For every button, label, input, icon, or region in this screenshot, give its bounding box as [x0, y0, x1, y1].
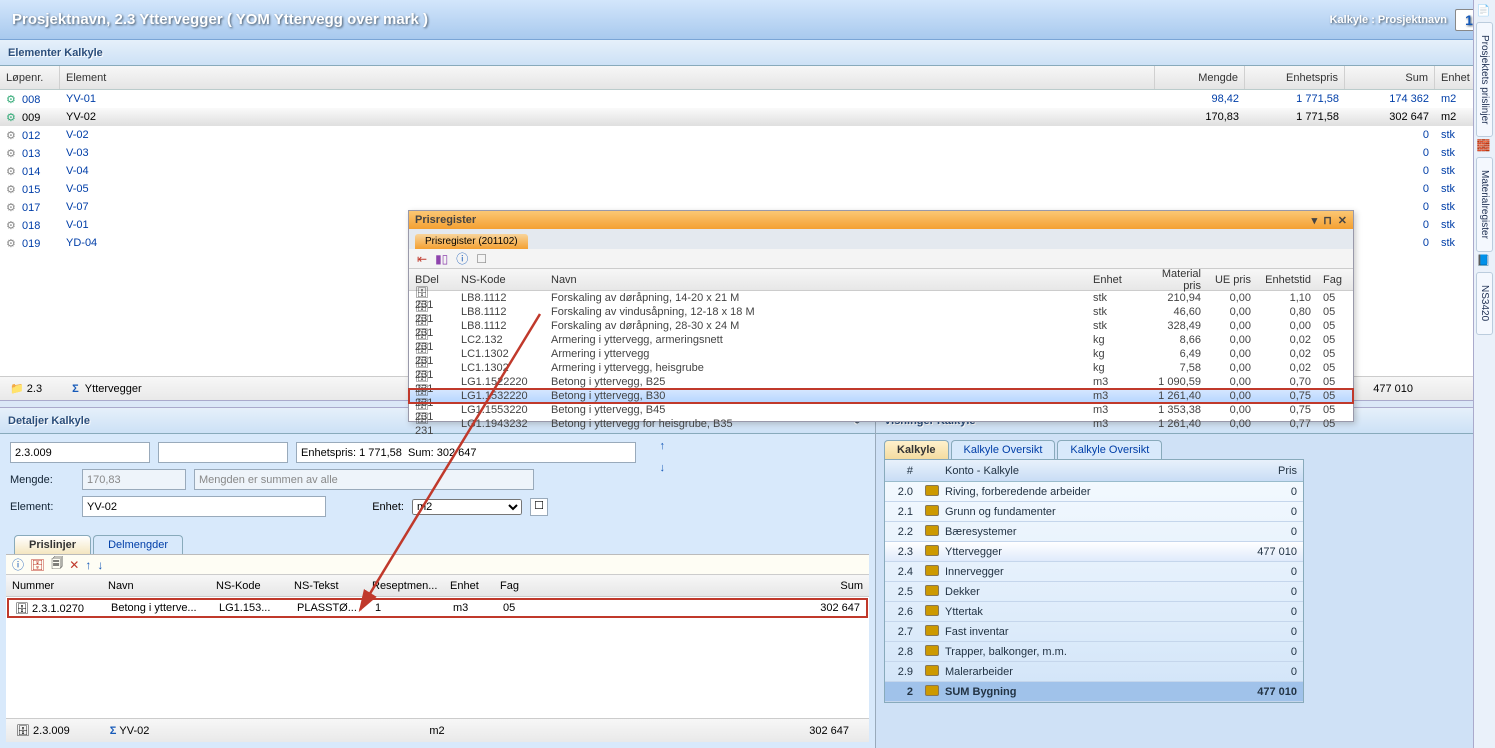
- visninger-row[interactable]: 2.7Fast inventar0: [885, 622, 1303, 642]
- visninger-row[interactable]: 2.0Riving, forberedende arbeider0: [885, 482, 1303, 502]
- prisregister-title[interactable]: Prisregister ▾ ⊓ ✕: [409, 211, 1353, 229]
- enhet-select[interactable]: m2: [412, 499, 522, 515]
- code-input[interactable]: [10, 442, 150, 463]
- tree-icon[interactable]: ▮▯: [435, 252, 448, 266]
- visninger-row[interactable]: 2.3Yttervegger477 010: [885, 542, 1303, 562]
- prisregister-header-row: BDel NS-Kode Navn Enhet Material pris UE…: [409, 269, 1353, 291]
- enhet-picker-icon[interactable]: ☐: [530, 498, 548, 516]
- prisregister-row[interactable]: 🗄 231LC1.1302Armering i yttervegg, heisg…: [409, 361, 1353, 375]
- title-right: Kalkyle : Prosjektnavn: [1330, 14, 1447, 26]
- col-enhetspris[interactable]: Enhetspris: [1245, 66, 1345, 89]
- element-row[interactable]: ⚙008 YV-01 98,42 1 771,58 174 362 m2: [0, 90, 1495, 108]
- elementer-header-row: Løpenr. Element Mengde Enhetspris Sum En…: [0, 66, 1495, 90]
- visninger-table: # Konto - Kalkyle Pris 2.0Riving, forber…: [884, 459, 1304, 703]
- element-row[interactable]: ⚙013 V-03 0 stk: [0, 144, 1495, 162]
- prislinje-row[interactable]: 🗄 2.3.1.0270 Betong i ytterve... LG1.153…: [7, 598, 868, 618]
- element-row[interactable]: ⚙012 V-02 0 stk: [0, 126, 1495, 144]
- visninger-row[interactable]: 2.9Malerarbeider0: [885, 662, 1303, 682]
- pin-icon[interactable]: ⇤: [417, 252, 427, 266]
- move-down-icon[interactable]: ↓: [660, 462, 666, 474]
- mengde-hint: [194, 469, 534, 490]
- visninger-row[interactable]: 2.1Grunn og fundamenter0: [885, 502, 1303, 522]
- visninger-row[interactable]: 2.2Bæresystemer0: [885, 522, 1303, 542]
- element-input[interactable]: [82, 496, 326, 517]
- box-icon[interactable]: ☐: [476, 252, 487, 266]
- element-row[interactable]: ⚙009 YV-02 170,83 1 771,58 302 647 m2: [0, 108, 1495, 126]
- panel-close-icon[interactable]: ✕: [1338, 214, 1347, 227]
- vis-tab-oversikt2[interactable]: Kalkyle Oversikt: [1057, 440, 1162, 459]
- vis-tab-kalkyle[interactable]: Kalkyle: [884, 440, 949, 459]
- prisregister-row[interactable]: 🗄 231LB8.1112Forskaling av døråpning, 28…: [409, 319, 1353, 333]
- panel-pin-icon[interactable]: ▾: [1312, 214, 1318, 227]
- detaljer-panel: Detaljer Kalkyle ↑ ↓ Mengde: Element: En: [0, 408, 876, 748]
- down-icon[interactable]: ↓: [97, 558, 103, 572]
- prisregister-toolbar: ⇤ ▮▯ ⓘ ☐: [409, 249, 1353, 269]
- sidebar-icon-a[interactable]: 📄: [1477, 4, 1493, 20]
- element-row[interactable]: ⚙015 V-05 0 stk: [0, 180, 1495, 198]
- prisregister-row[interactable]: 🗄 231LB8.1112Forskaling av døråpning, 14…: [409, 291, 1353, 305]
- visninger-row[interactable]: 2SUM Bygning477 010: [885, 682, 1303, 702]
- vis-tab-oversikt1[interactable]: Kalkyle Oversikt: [951, 440, 1056, 459]
- sidebar-icon-b[interactable]: 🧱: [1477, 139, 1493, 155]
- up-icon[interactable]: ↑: [85, 558, 91, 572]
- sidebar-icon-c[interactable]: 📘: [1477, 254, 1493, 270]
- mengde-input: [82, 469, 186, 490]
- panel-pin2-icon[interactable]: ⊓: [1323, 214, 1332, 227]
- sidebar-tab-ns3420[interactable]: NS3420: [1476, 272, 1493, 334]
- prisregister-row[interactable]: 🗄 231LC1.1302Armering i ytterveggkg6,490…: [409, 347, 1353, 361]
- info-input[interactable]: [296, 442, 636, 463]
- prisregister-row[interactable]: 🗄 231LG1.1943232Betong i yttervegg for h…: [409, 417, 1353, 431]
- element-row[interactable]: ⚙014 V-04 0 stk: [0, 162, 1495, 180]
- col-sum[interactable]: Sum: [1345, 66, 1435, 89]
- prisregister-row[interactable]: 🗄 231LC2.132Armering i yttervegg, armeri…: [409, 333, 1353, 347]
- info-icon[interactable]: ⓘ: [12, 556, 24, 573]
- move-up-icon[interactable]: ↑: [660, 440, 666, 452]
- sidebar-tab-material[interactable]: Materialregister: [1476, 157, 1493, 252]
- prisregister-row[interactable]: 🗄 231LG1.1553220Betong i yttervegg, B45m…: [409, 403, 1353, 417]
- blank-input[interactable]: [158, 442, 288, 463]
- info-icon[interactable]: ⓘ: [456, 250, 468, 267]
- col-lopenr[interactable]: Løpenr.: [0, 66, 60, 89]
- prislinjer-panel: ⓘ 🗄 🗐 ✕ ↑ ↓ Nummer Navn NS-Kode NS-Tekst…: [6, 554, 869, 742]
- section-elementer-title: Elementer Kalkyle: [8, 47, 103, 59]
- tab-prislinjer[interactable]: Prislinjer: [14, 535, 91, 554]
- db-icon[interactable]: 🗄: [30, 558, 45, 572]
- prisregister-tab[interactable]: Prisregister (201102): [415, 234, 528, 249]
- visninger-row[interactable]: 2.5Dekker0: [885, 582, 1303, 602]
- sidebar-tab-prislinjer[interactable]: Prosjektets prislinjer: [1476, 22, 1493, 137]
- prisregister-row[interactable]: 🗄 231LG1.1522220Betong i yttervegg, B25m…: [409, 375, 1353, 389]
- col-mengde[interactable]: Mengde: [1155, 66, 1245, 89]
- copy-icon[interactable]: 🗐: [51, 554, 63, 575]
- prisregister-panel[interactable]: Prisregister ▾ ⊓ ✕ Prisregister (201102)…: [408, 210, 1354, 422]
- visninger-row[interactable]: 2.8Trapper, balkonger, m.m.0: [885, 642, 1303, 662]
- visninger-row[interactable]: 2.6Yttertak0: [885, 602, 1303, 622]
- prisregister-row[interactable]: 🗄 231LB8.1112Forskaling av vindusåpning,…: [409, 305, 1353, 319]
- elementer-grid: Løpenr. Element Mengde Enhetspris Sum En…: [0, 66, 1495, 376]
- visninger-row[interactable]: 2.4Innervegger0: [885, 562, 1303, 582]
- page-title: Prosjektnavn, 2.3 Yttervegger ( YOM Ytte…: [12, 11, 428, 28]
- sidebar-right: 📄 Prosjektets prislinjer 🧱 Materialregis…: [1473, 0, 1495, 748]
- visninger-panel: Visninger Kalkyle Kalkyle Kalkyle Oversi…: [876, 408, 1495, 748]
- prisregister-row[interactable]: 🗄 231LG1.1532220Betong i yttervegg, B30m…: [409, 389, 1353, 403]
- prislinjer-footer: 🗄 2.3.009 Σ YV-02 m2 302 647: [6, 718, 869, 742]
- section-detaljer-title: Detaljer Kalkyle: [8, 415, 90, 427]
- section-elementer-header: Elementer Kalkyle: [0, 40, 1495, 66]
- tab-delmengder[interactable]: Delmengder: [93, 535, 183, 554]
- col-element[interactable]: Element: [60, 66, 1155, 89]
- delete-icon[interactable]: ✕: [69, 558, 79, 572]
- topbar: Prosjektnavn, 2.3 Yttervegger ( YOM Ytte…: [0, 0, 1495, 40]
